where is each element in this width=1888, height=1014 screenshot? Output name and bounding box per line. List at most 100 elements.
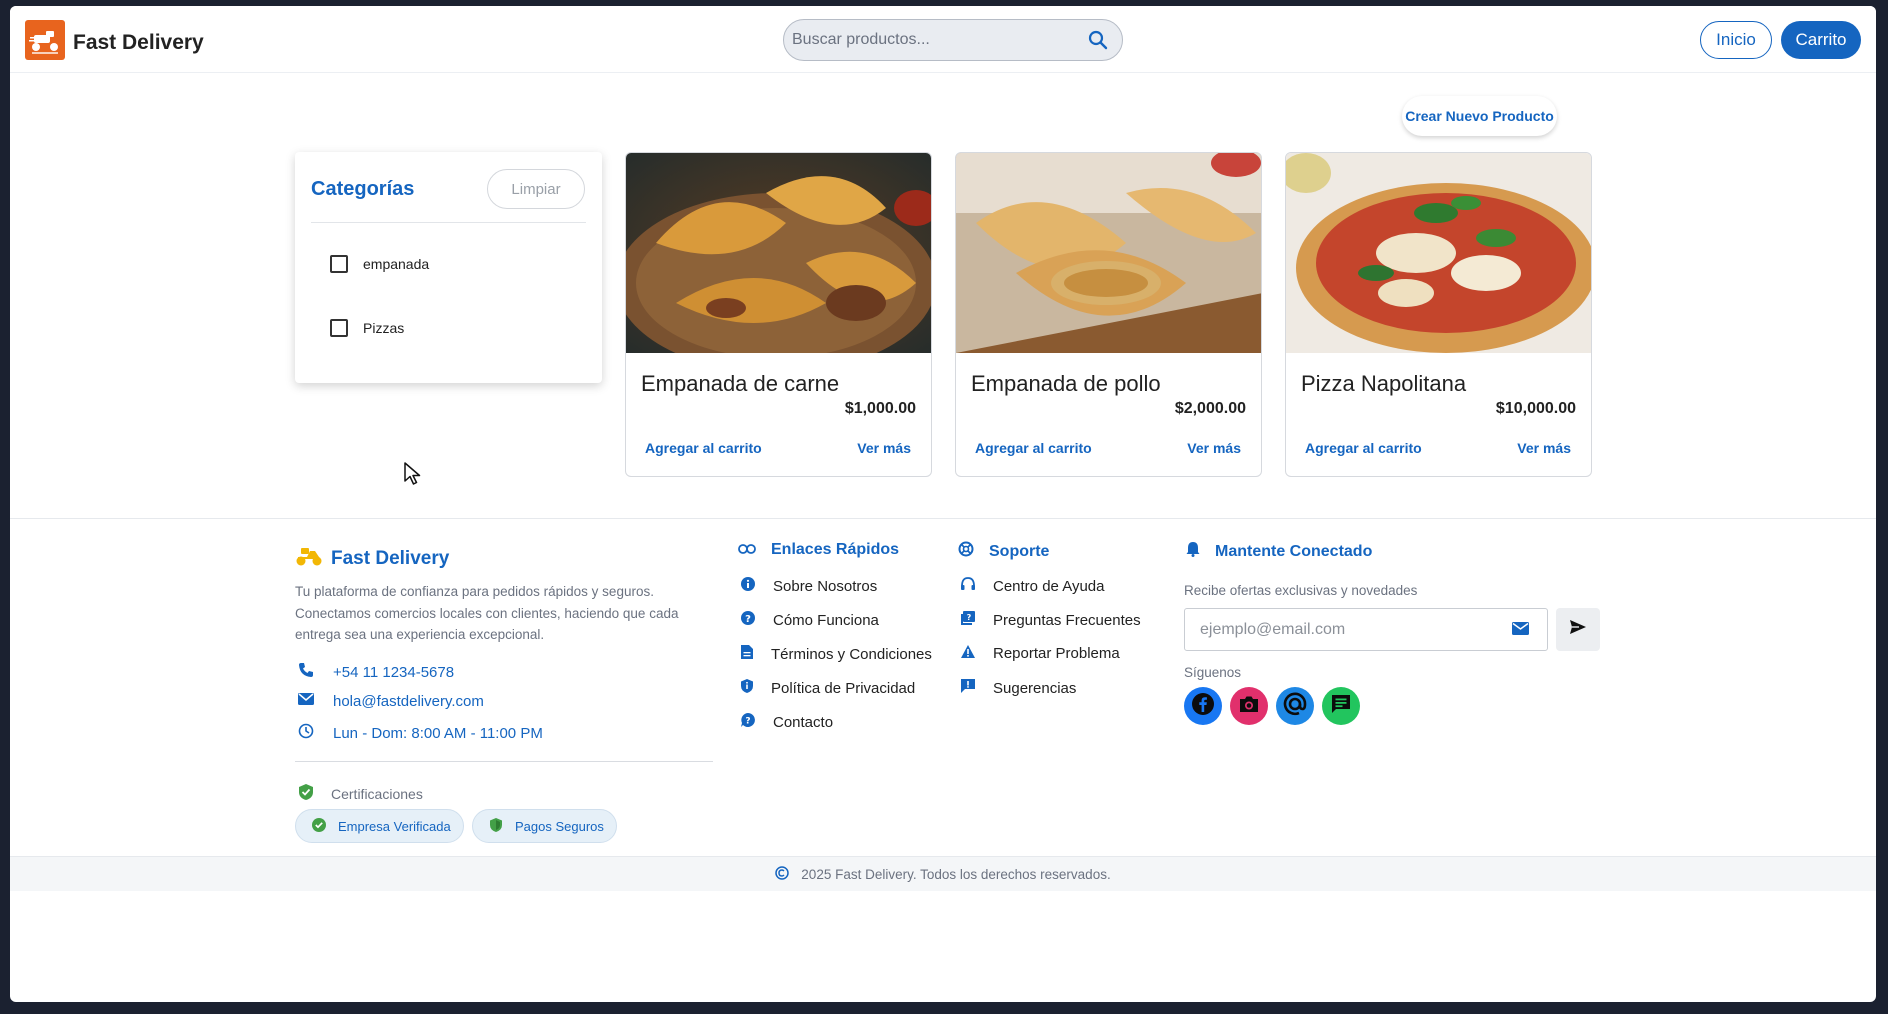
- footer-link-faq[interactable]: ? Preguntas Frecuentes: [960, 610, 1141, 630]
- business-hours: Lun - Dom: 8:00 AM - 11:00 PM: [333, 725, 543, 742]
- facebook-button[interactable]: [1184, 687, 1222, 725]
- copyright-bar: 2025 Fast Delivery. Todos los derechos r…: [10, 856, 1876, 891]
- product-price: $2,000.00: [1174, 400, 1246, 417]
- category-item-pizzas[interactable]: Pizzas: [330, 319, 404, 337]
- svg-text:?: ?: [967, 613, 972, 622]
- privacy-shield-icon: [740, 678, 754, 698]
- footer-link-label: Sugerencias: [993, 679, 1077, 697]
- product-card: Pizza Napolitana $10,000.00 Agregar al c…: [1285, 152, 1592, 477]
- add-to-cart-button[interactable]: Agregar al carrito: [645, 440, 762, 456]
- product-name: Empanada de pollo: [971, 371, 1161, 396]
- product-image-empanada-carne[interactable]: [626, 153, 931, 353]
- product-card: Empanada de pollo $2,000.00 Agregar al c…: [955, 152, 1262, 477]
- document-icon: [740, 644, 754, 664]
- nav-home-button[interactable]: Inicio: [1700, 21, 1772, 59]
- footer-link-how-it-works[interactable]: ? Cómo Funciona: [740, 610, 879, 630]
- footer-link-contact[interactable]: ? Contacto: [740, 712, 833, 732]
- app-title[interactable]: Fast Delivery: [73, 31, 204, 55]
- footer-brand-name: Fast Delivery: [331, 547, 450, 569]
- delivery-logo-icon[interactable]: [25, 20, 65, 60]
- product-card: Empanada de carne $1,000.00 Agregar al c…: [625, 152, 932, 477]
- footer-link-terms[interactable]: Términos y Condiciones: [740, 644, 932, 664]
- email-social-button[interactable]: [1276, 687, 1314, 725]
- quick-links-heading: Enlaces Rápidos: [738, 541, 899, 559]
- email-address: hola@fastdelivery.com: [333, 693, 484, 710]
- send-icon: [1569, 619, 1587, 640]
- help-circle-icon: ?: [740, 610, 756, 630]
- contact-email[interactable]: hola@fastdelivery.com: [298, 692, 484, 711]
- footer-link-label: Reportar Problema: [993, 645, 1120, 662]
- mail-icon: [298, 692, 314, 711]
- footer-link-help-center[interactable]: Centro de Ayuda: [960, 576, 1104, 596]
- newsletter-title: Mantente Conectado: [1215, 542, 1373, 560]
- newsletter-email-input[interactable]: [1200, 619, 1500, 641]
- footer-link-label: Cómo Funciona: [773, 611, 879, 629]
- browser-window: Fast Delivery Inicio Carrito Crear Nuevo…: [10, 6, 1876, 1002]
- footer-link-label: Preguntas Frecuentes: [993, 611, 1141, 629]
- top-navbar: Fast Delivery Inicio Carrito: [10, 6, 1876, 73]
- product-name: Pizza Napolitana: [1301, 371, 1467, 396]
- category-item-empanada[interactable]: empanada: [330, 255, 429, 273]
- certifications-label: Certificaciones: [331, 785, 423, 802]
- add-to-cart-button[interactable]: Agregar al carrito: [975, 440, 1092, 456]
- svg-text:?: ?: [745, 717, 750, 727]
- support-title: Soporte: [989, 542, 1050, 560]
- search-input[interactable]: [792, 26, 1082, 54]
- add-to-cart-button[interactable]: Agregar al carrito: [1305, 440, 1422, 456]
- check-circle-icon: [312, 817, 326, 835]
- category-label: Pizzas: [363, 320, 405, 336]
- bell-icon: [1186, 541, 1200, 562]
- contact-help-icon: ?: [740, 712, 756, 732]
- chat-button[interactable]: [1322, 687, 1360, 725]
- footer-description: Tu plataforma de confianza para pedidos …: [295, 584, 679, 642]
- footer-link-about[interactable]: Sobre Nosotros: [740, 576, 877, 596]
- clock-icon: [298, 723, 314, 744]
- footer-link-label: Centro de Ayuda: [993, 577, 1105, 595]
- footer-link-label: Términos y Condiciones: [771, 645, 932, 663]
- contact-hours: Lun - Dom: 8:00 AM - 11:00 PM: [298, 723, 543, 744]
- search-icon[interactable]: [1088, 30, 1108, 55]
- product-price: $10,000.00: [1495, 400, 1576, 417]
- categories-panel: Categorías Limpiar empanada Pizzas: [295, 152, 602, 383]
- footer-link-label: Contacto: [773, 713, 834, 731]
- view-more-button[interactable]: Ver más: [1187, 440, 1241, 456]
- category-checkbox[interactable]: [330, 319, 348, 337]
- search-bar: [783, 19, 1123, 61]
- view-more-button[interactable]: Ver más: [1517, 440, 1571, 456]
- contact-phone[interactable]: +54 11 1234-5678: [298, 662, 454, 683]
- product-image-empanada-pollo[interactable]: [956, 153, 1261, 353]
- product-image-pizza-napolitana[interactable]: [1286, 153, 1591, 353]
- instagram-button[interactable]: [1230, 687, 1268, 725]
- category-checkbox[interactable]: [330, 255, 348, 273]
- footer-link-privacy[interactable]: Política de Privacidad: [740, 678, 915, 698]
- cert-chip-label: Pagos Seguros: [515, 818, 604, 834]
- faq-icon: ?: [960, 610, 976, 630]
- nav-cart-button[interactable]: Carrito: [1781, 21, 1861, 59]
- envelope-icon: [1512, 622, 1529, 640]
- footer-link-label: Sobre Nosotros: [773, 577, 878, 595]
- newsletter-send-button[interactable]: [1556, 608, 1600, 651]
- support-lifebuoy-icon: [958, 541, 974, 562]
- view-more-button[interactable]: Ver más: [857, 440, 911, 456]
- newsletter-description: Recibe ofertas exclusivas y novedades: [1184, 583, 1418, 598]
- copyright-icon: [775, 865, 790, 883]
- newsletter-heading: Mantente Conectado: [1186, 541, 1372, 562]
- verified-shield-icon: [298, 783, 314, 804]
- svg-text:?: ?: [745, 614, 751, 625]
- footer-link-suggestions[interactable]: Sugerencias: [960, 678, 1076, 698]
- feedback-icon: [960, 678, 976, 698]
- newsletter-email-field: [1184, 608, 1548, 651]
- phone-number: +54 11 1234-5678: [333, 664, 455, 681]
- mouse-cursor-icon: [404, 462, 422, 491]
- clear-filters-button[interactable]: Limpiar: [487, 169, 585, 209]
- copyright-text: 2025 Fast Delivery. Todos los derechos r…: [801, 866, 1111, 882]
- footer-link-report[interactable]: Reportar Problema: [960, 644, 1120, 663]
- footer-divider: [295, 761, 713, 762]
- headset-icon: [960, 576, 976, 596]
- camera-icon: [1238, 695, 1260, 718]
- create-product-button[interactable]: Crear Nuevo Producto: [1402, 96, 1557, 136]
- category-label: empanada: [363, 256, 430, 272]
- info-icon: [740, 576, 756, 596]
- categories-title: Categorías: [311, 178, 415, 200]
- footer-link-label: Política de Privacidad: [771, 679, 916, 697]
